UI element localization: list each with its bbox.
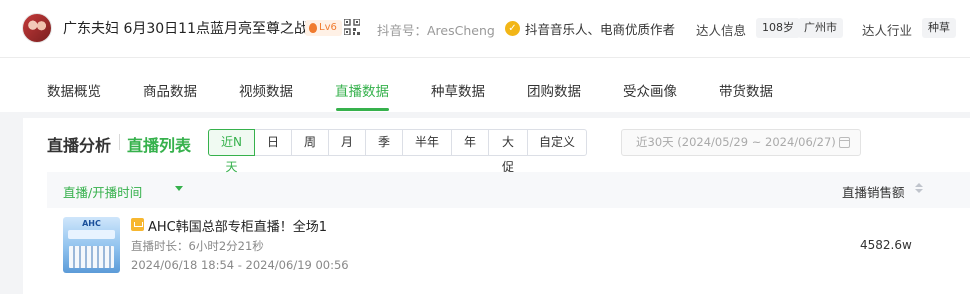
title-divider [119, 134, 120, 150]
tab-bar: 数据概览 商品数据 视频数据 直播数据 种草数据 团购数据 受众画像 带货数据 [0, 58, 970, 112]
verification: ✓ 抖音音乐人、电商优质作者 [505, 19, 675, 38]
tab-sales[interactable]: 带货数据 [719, 80, 773, 100]
tab-group-buy[interactable]: 团购数据 [527, 80, 581, 100]
range-btn-promo[interactable]: 大促 [488, 129, 528, 174]
date-range-input[interactable]: 近30天 (2024/05/29 ~ 2024/06/27) [621, 129, 861, 156]
tab-overview[interactable]: 数据概览 [47, 80, 101, 100]
active-tab-indicator [336, 108, 389, 111]
douyin-id: 抖音号：AresCheng [377, 23, 495, 38]
date-range-text: 近30天 (2024/05/29 ~ 2024/06/27) [636, 135, 836, 149]
live-cover-thumbnail[interactable]: AHC [63, 217, 120, 273]
profile-header: 广东夫妇 6月30日11点蓝月亮至尊之战 Lv6 抖音号：AresCheng ✓… [0, 0, 970, 58]
age-chip: 108岁 [756, 18, 800, 38]
tab-videos[interactable]: 视频数据 [239, 80, 293, 100]
range-btn-custom[interactable]: 自定义 [527, 129, 587, 156]
range-btn-year[interactable]: 年 [451, 129, 489, 156]
verified-check-icon: ✓ [505, 21, 520, 36]
range-btn-month[interactable]: 月 [328, 129, 366, 156]
sort-desc-icon[interactable] [175, 186, 183, 191]
live-title[interactable]: AHC韩国总部专柜直播！全场1 [148, 216, 327, 235]
sort-icon[interactable] [915, 183, 923, 195]
live-sales-value: 4582.6w [860, 238, 912, 252]
table-header: 直播/开播时间 直播销售额 [47, 172, 970, 208]
calendar-icon [839, 137, 850, 148]
streamer-name: 广东夫妇 6月30日11点蓝月亮至尊之战 [63, 21, 308, 37]
col-live-sales[interactable]: 直播销售额 [842, 182, 905, 201]
live-time-range: 2024/06/18 18:54 - 2024/06/19 00:56 [131, 258, 349, 272]
live-duration: 直播时长：6小时2分21秒 [131, 239, 264, 253]
range-btn-last-n-days[interactable]: 近N天 [208, 129, 255, 174]
time-range-selector: 近N天 日 周 月 季 半年 年 大促 自定义 [208, 129, 587, 174]
cart-icon [131, 218, 144, 231]
tab-seeding[interactable]: 种草数据 [431, 80, 485, 100]
tab-live[interactable]: 直播数据 [335, 80, 389, 100]
industry-chip: 种草 [922, 18, 956, 38]
tab-audience[interactable]: 受众画像 [623, 80, 677, 100]
range-btn-quarter[interactable]: 季 [365, 129, 403, 156]
city-chip: 广州市 [798, 18, 843, 38]
flame-icon [309, 23, 317, 33]
live-panel: 直播分析 直播列表 近N天 日 周 月 季 半年 年 大促 自定义 近30天 (… [23, 118, 970, 294]
range-btn-half-year[interactable]: 半年 [402, 129, 452, 156]
qrcode-icon[interactable] [344, 19, 360, 35]
section-subtitle[interactable]: 直播列表 [127, 132, 191, 156]
section-title: 直播分析 [47, 136, 112, 155]
col-live-time[interactable]: 直播/开播时间 [63, 182, 142, 201]
table-row[interactable]: AHC AHC韩国总部专柜直播！全场1 直播时长：6小时2分21秒 2024/0… [47, 214, 970, 282]
industry-label: 达人行业 [862, 23, 913, 38]
level-badge: Lv6 [305, 20, 342, 36]
range-btn-week[interactable]: 周 [291, 129, 329, 156]
cover-text: AHC [82, 219, 101, 228]
talent-info-label: 达人信息 [696, 23, 747, 38]
range-btn-day[interactable]: 日 [254, 129, 292, 156]
verification-text: 抖音音乐人、电商优质作者 [525, 22, 676, 37]
avatar[interactable] [22, 13, 52, 43]
tab-products[interactable]: 商品数据 [143, 80, 197, 100]
level-text: Lv6 [319, 22, 337, 33]
